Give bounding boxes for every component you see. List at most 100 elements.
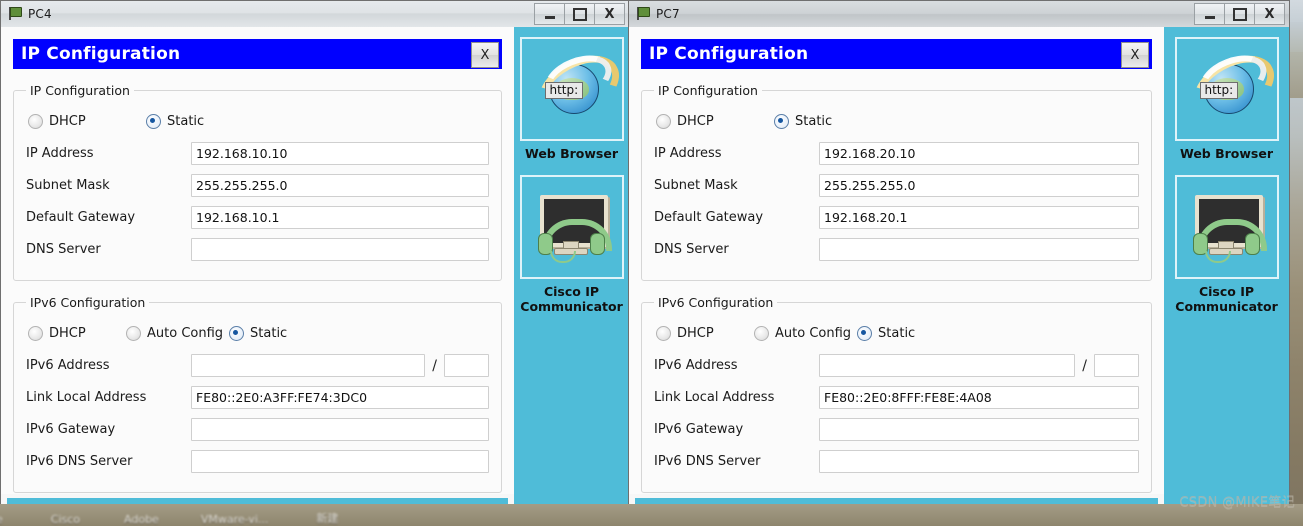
dialog-close-button[interactable]: X	[1121, 42, 1149, 68]
ipv6-address-input[interactable]	[819, 354, 1076, 377]
window-controls-pc7[interactable]: X	[1194, 3, 1285, 25]
ipv6-radio-auto-config[interactable]: Auto Config	[126, 325, 223, 341]
ipv4-configuration-group-pc4: IP Configuration DHCP Static IP Address	[13, 83, 502, 281]
maximize-button[interactable]	[564, 3, 594, 25]
ipv6-gateway-input[interactable]	[819, 418, 1139, 441]
app-panel-pc4: http: Web Browser Cisco IP Communicator	[514, 27, 630, 517]
desktop-icon-label-vmware[interactable]: VMware-vi...	[201, 513, 269, 526]
ipv6-configuration-group-pc7: IPv6 Configuration DHCP Auto Config Stat…	[641, 295, 1152, 493]
minimize-button[interactable]	[534, 3, 564, 25]
maximize-button[interactable]	[1224, 3, 1254, 25]
link-local-address-input[interactable]: FE80::2E0:8FFF:FE8E:4A08	[819, 386, 1139, 409]
ipv6-dns-server-input[interactable]	[191, 450, 489, 473]
ipv6-radio-static[interactable]: Static	[229, 325, 287, 341]
ipv6-mode-radios[interactable]: DHCP Auto Config Static	[656, 320, 1139, 346]
packet-tracer-flag-icon	[635, 6, 651, 22]
dialog-close-button[interactable]: X	[471, 42, 499, 68]
radio-icon	[656, 325, 671, 341]
ipv6-address-input[interactable]	[191, 354, 426, 377]
ipv6-gateway-input[interactable]	[191, 418, 489, 441]
window-pc7[interactable]: PC7 X IP Configuration X IP Configuratio…	[628, 0, 1290, 518]
dialog-title: IP Configuration	[649, 44, 809, 64]
ipv4-field-subnet-mask: Subnet Mask 255.255.255.0	[26, 172, 489, 199]
ipv4-mode-radios[interactable]: DHCP Static	[656, 108, 1139, 134]
ipv4-configuration-group-pc7: IP Configuration DHCP Static IP Address	[641, 83, 1152, 281]
cisco-ip-communicator-label: Cisco IP Communicator	[1175, 284, 1278, 314]
desktop-icon-label-0[interactable]: e	[0, 513, 3, 526]
radio-icon	[229, 325, 245, 341]
default-gateway-input[interactable]: 192.168.10.1	[191, 206, 489, 229]
titlebar-pc7[interactable]: PC7 X	[629, 1, 1289, 28]
cisco-ip-communicator-label: Cisco IP Communicator	[520, 284, 623, 314]
close-icon: X	[1130, 47, 1140, 63]
ipv6-field-dns-server: IPv6 DNS Server	[654, 448, 1139, 475]
web-browser-label: Web Browser	[524, 146, 619, 161]
ipv6-radio-dhcp[interactable]: DHCP	[28, 325, 126, 341]
dns-server-input[interactable]	[819, 238, 1139, 261]
ipv6-field-address: IPv6 Address /	[654, 352, 1139, 379]
ipv4-field-default-gateway: Default Gateway 192.168.10.1	[26, 204, 489, 231]
subnet-mask-input[interactable]: 255.255.255.0	[819, 174, 1139, 197]
http-badge: http:	[544, 82, 584, 100]
ipv6-field-link-local: Link Local Address FE80::2E0:A3FF:FE74:3…	[26, 384, 489, 411]
ipv4-legend: IP Configuration	[658, 83, 758, 98]
ipv4-field-dns-server: DNS Server	[26, 236, 489, 263]
web-browser-tile[interactable]: http:	[519, 37, 630, 141]
ipv6-radio-static[interactable]: Static	[857, 325, 915, 341]
ip-configuration-form-pc4: IP Configuration X IP Configuration DHCP	[1, 27, 514, 517]
ip-address-input[interactable]: 192.168.20.10	[819, 142, 1139, 165]
ipv4-field-subnet-mask: Subnet Mask 255.255.255.0	[654, 172, 1139, 199]
subnet-mask-input[interactable]: 255.255.255.0	[191, 174, 489, 197]
desktop-icon-label-4[interactable]: 新建	[316, 510, 338, 526]
ipv6-mode-radios[interactable]: DHCP Auto Config Static	[28, 320, 489, 346]
ipv6-configuration-group-pc4: IPv6 Configuration DHCP Auto Config Stat…	[13, 295, 502, 493]
ipv4-radio-static[interactable]: Static	[146, 113, 204, 129]
ipv4-field-default-gateway: Default Gateway 192.168.20.1	[654, 204, 1139, 231]
ipv4-radio-dhcp[interactable]: DHCP	[28, 113, 146, 129]
dns-server-input[interactable]	[191, 238, 489, 261]
ipv4-radio-dhcp[interactable]: DHCP	[656, 113, 774, 129]
ipv4-field-ip-address: IP Address 192.168.20.10	[654, 140, 1139, 167]
ipv6-radio-auto-config[interactable]: Auto Config	[754, 325, 851, 341]
ipv6-prefix-input[interactable]	[1094, 354, 1139, 377]
desktop-icon-label-adobe[interactable]: Adobe	[124, 513, 159, 526]
ipv6-prefix-input[interactable]	[444, 354, 489, 377]
window-pc4[interactable]: PC4 X IP Configuration X IP Configuratio…	[0, 0, 630, 518]
ipv6-legend: IPv6 Configuration	[30, 295, 146, 310]
close-icon: X	[480, 47, 490, 63]
ipv4-radio-static[interactable]: Static	[774, 113, 832, 129]
radio-icon	[126, 325, 141, 341]
ipv6-radio-dhcp[interactable]: DHCP	[656, 325, 754, 341]
csdn-watermark: CSDN @MIKE笔记	[1179, 495, 1295, 510]
minimize-button[interactable]	[1194, 3, 1224, 25]
window-controls-pc4[interactable]: X	[534, 3, 625, 25]
ipv6-field-link-local: Link Local Address FE80::2E0:8FFF:FE8E:4…	[654, 384, 1139, 411]
window-title-pc7: PC7	[656, 7, 680, 21]
cisco-ip-communicator-tile[interactable]	[519, 175, 624, 280]
close-button[interactable]: X	[1254, 3, 1285, 25]
ipv6-field-dns-server: IPv6 DNS Server	[26, 448, 489, 475]
ip-configuration-form-pc7: IP Configuration X IP Configuration DHCP…	[629, 27, 1164, 517]
titlebar-pc4[interactable]: PC4 X	[1, 1, 629, 28]
close-icon: X	[604, 6, 615, 22]
cisco-ip-communicator-icon	[532, 193, 612, 264]
close-icon: X	[1264, 6, 1275, 22]
ipv6-dns-server-input[interactable]	[819, 450, 1139, 473]
desktop-icon-label-cisco[interactable]: Cisco	[51, 513, 80, 526]
app-panel-pc7: http: Web Browser Cisco IP Communicator	[1164, 27, 1289, 517]
web-browser-tile[interactable]: http:	[1174, 37, 1285, 141]
ipv4-mode-radios[interactable]: DHCP Static	[28, 108, 489, 134]
ipv6-field-address: IPv6 Address /	[26, 352, 489, 379]
ipv6-legend: IPv6 Configuration	[658, 295, 774, 310]
prefix-separator: /	[432, 357, 437, 374]
default-gateway-input[interactable]: 192.168.20.1	[819, 206, 1139, 229]
link-local-address-input[interactable]: FE80::2E0:A3FF:FE74:3DC0	[191, 386, 489, 409]
radio-icon	[754, 325, 769, 341]
ip-address-input[interactable]: 192.168.10.10	[191, 142, 489, 165]
window-title-pc4: PC4	[28, 7, 52, 21]
close-button[interactable]: X	[594, 3, 625, 25]
web-browser-label: Web Browser	[1179, 146, 1274, 161]
desktop-icon-row[interactable]: e Cisco Adobe VMware-vi... 新建	[0, 504, 1303, 526]
cisco-ip-communicator-icon	[1187, 193, 1267, 264]
cisco-ip-communicator-tile[interactable]	[1174, 175, 1279, 280]
